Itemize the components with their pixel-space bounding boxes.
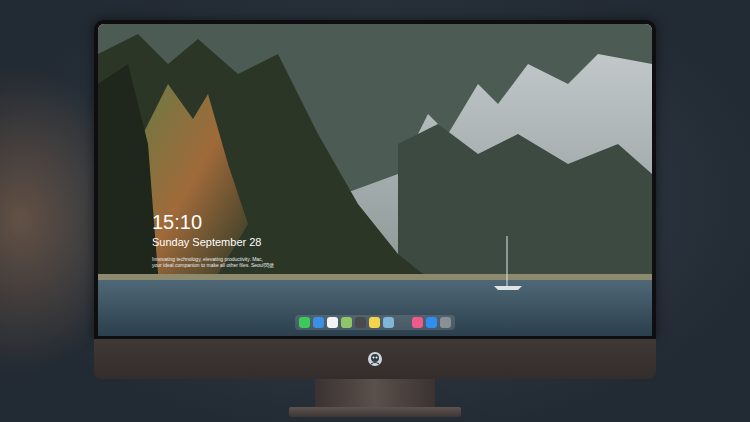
lock-screen[interactable]: 15:10Sunday September 28 Innovating techn… xyxy=(98,24,652,336)
notes-icon[interactable] xyxy=(369,317,380,328)
lock-overlay: 15:10Sunday September 28 Innovating techn… xyxy=(98,24,652,336)
caption-line: your ideal companion to make all other f… xyxy=(152,262,652,268)
monitor-chin xyxy=(94,339,656,379)
monitor-stand-base xyxy=(289,407,461,417)
camera-icon[interactable] xyxy=(440,317,451,328)
monitor-stand-neck xyxy=(315,379,435,407)
safari-icon[interactable] xyxy=(327,317,338,328)
wallpaper-photo xyxy=(98,24,652,336)
screen-bezel: 15:10Sunday September 28 Innovating techn… xyxy=(94,20,656,339)
lock-caption: Innovating technology, elevating product… xyxy=(152,256,652,268)
monitor: 15:10Sunday September 28 Innovating techn… xyxy=(94,20,656,417)
caption-line: Innovating technology, elevating product… xyxy=(152,256,652,262)
clock-time: 15:10 xyxy=(152,210,652,234)
messages-icon[interactable] xyxy=(299,317,310,328)
preview-icon[interactable] xyxy=(383,317,394,328)
finder-icon[interactable] xyxy=(313,317,324,328)
lock-info: 15:10Sunday September 28 Innovating techn… xyxy=(98,24,652,268)
clapper-icon[interactable] xyxy=(355,317,366,328)
dock-separator xyxy=(397,317,409,328)
maps-icon[interactable] xyxy=(341,317,352,328)
logo-icon xyxy=(367,351,383,367)
music-icon[interactable] xyxy=(412,317,423,328)
dock xyxy=(295,315,455,330)
clock-date: Sunday September 28 xyxy=(152,235,652,250)
app-store-icon[interactable] xyxy=(426,317,437,328)
